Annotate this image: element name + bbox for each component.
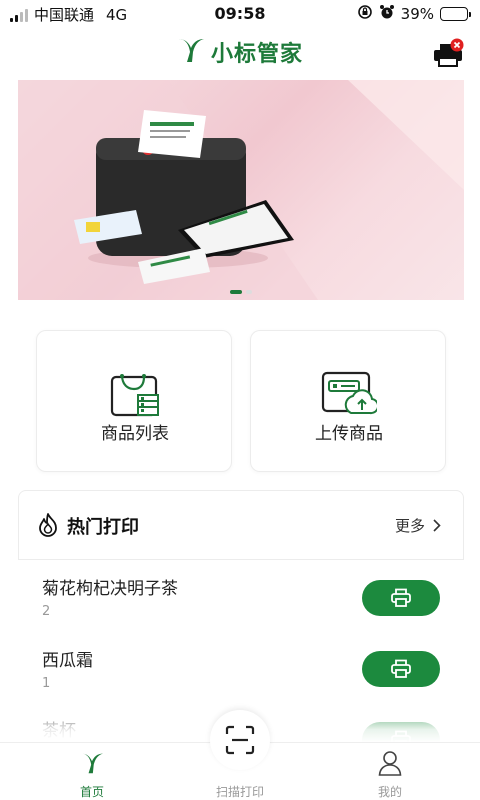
- printer-icon: [434, 38, 464, 67]
- upload-product-label: 上传商品: [315, 424, 383, 444]
- promo-banner[interactable]: [18, 80, 464, 300]
- alarm-icon: [379, 4, 395, 24]
- tab-home-label: 首页: [79, 785, 104, 799]
- item-name: 菊花枸杞决明子茶: [42, 579, 178, 599]
- status-bar: 中国联通 4G 09:58 39%: [0, 0, 480, 28]
- scan-print-button[interactable]: [210, 710, 270, 770]
- battery-percent: 39%: [400, 5, 434, 23]
- user-icon: [350, 749, 430, 777]
- tab-scan-print-label: 扫描打印: [215, 785, 264, 799]
- battery-icon: [440, 7, 471, 21]
- print-button[interactable]: [362, 651, 440, 687]
- product-list-label: 商品列表: [101, 424, 169, 444]
- item-print-count: 1: [42, 676, 51, 691]
- hot-print-header: 热门打印 更多: [18, 490, 464, 560]
- brand-logo-icon: [177, 36, 205, 68]
- status-right: 39%: [357, 4, 471, 24]
- list-item[interactable]: 菊花枸杞决明子茶 2: [0, 574, 480, 646]
- upload-product-icon: [251, 371, 447, 417]
- banner-dot-active[interactable]: [230, 290, 242, 294]
- printer-status-button[interactable]: [432, 38, 466, 68]
- app-title: 小标管家: [210, 42, 303, 67]
- more-label: 更多: [394, 517, 425, 535]
- app-header: 小标管家: [0, 30, 480, 76]
- print-button[interactable]: [362, 580, 440, 616]
- brand: 小标管家: [0, 36, 480, 68]
- hot-print-title: 热门打印: [67, 517, 139, 538]
- fire-icon: [37, 513, 59, 541]
- more-link[interactable]: 更多: [395, 515, 441, 536]
- product-list-card[interactable]: 商品列表: [36, 330, 232, 472]
- scan-icon: [225, 725, 255, 755]
- tab-mine-label: 我的: [377, 785, 402, 799]
- home-logo-icon: [52, 749, 132, 777]
- print-icon: [391, 659, 411, 678]
- tab-mine[interactable]: 我的: [350, 749, 430, 800]
- item-print-count: 2: [42, 604, 51, 619]
- banner-dot[interactable]: [246, 290, 252, 294]
- print-icon: [391, 588, 411, 607]
- banner-pager: [18, 290, 464, 294]
- product-list-icon: [37, 371, 233, 417]
- rotation-lock-icon: [357, 4, 373, 24]
- item-name: 西瓜霜: [42, 651, 93, 671]
- chevron-right-icon: [433, 519, 441, 532]
- upload-product-card[interactable]: 上传商品: [250, 330, 446, 472]
- tab-home[interactable]: 首页: [52, 749, 132, 800]
- banner-image: [18, 80, 464, 300]
